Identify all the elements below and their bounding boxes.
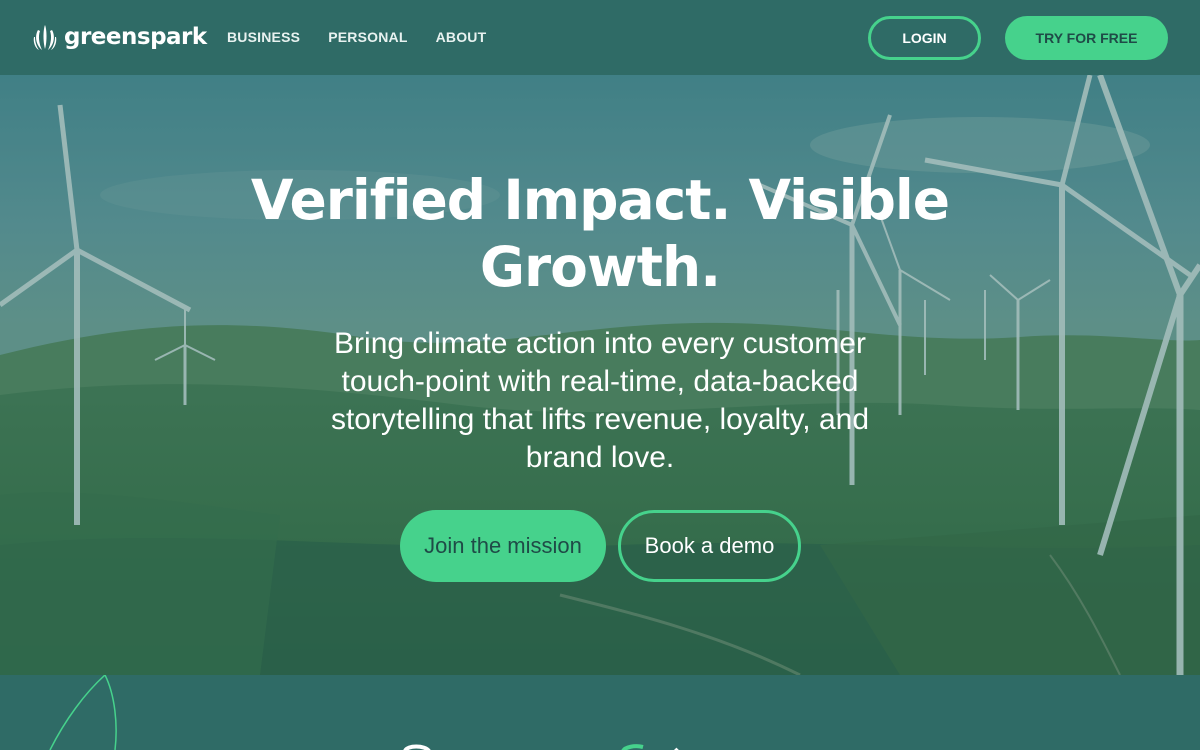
main-nav: BUSINESS PERSONAL ABOUT <box>227 29 486 45</box>
hero-subtitle: Bring climate action into every customer… <box>330 327 870 474</box>
brand-name: greenspark <box>64 24 207 50</box>
join-the-mission-button[interactable]: Join the mission <box>400 510 606 582</box>
brand-logo[interactable]: greenspark <box>32 22 207 52</box>
try-for-free-button[interactable]: TRY FOR FREE <box>1005 16 1168 60</box>
leaf-outline-icon <box>49 675 117 750</box>
hero-section: Verified Impact. Visible Growth. Bring c… <box>0 75 1200 675</box>
section-heading-partial <box>403 744 679 750</box>
next-section <box>0 675 1200 750</box>
nav-link-about[interactable]: ABOUT <box>436 29 487 45</box>
book-a-demo-button[interactable]: Book a demo <box>618 510 801 582</box>
login-button[interactable]: LOGIN <box>868 16 981 60</box>
hero-title: Verified Impact. Visible Growth. <box>250 168 950 299</box>
nav-link-personal[interactable]: PERSONAL <box>328 29 407 45</box>
greenspark-logo-icon <box>33 25 57 50</box>
nav-link-business[interactable]: BUSINESS <box>227 29 300 45</box>
site-header: greenspark BUSINESS PERSONAL ABOUT LOGIN… <box>0 0 1200 75</box>
